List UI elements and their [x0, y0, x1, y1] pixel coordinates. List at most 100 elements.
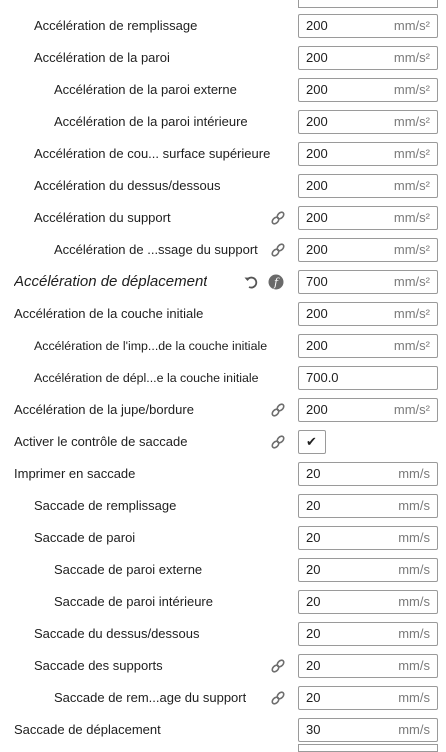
- partial-field-top[interactable]: [298, 0, 438, 8]
- value-text: 700.0: [306, 370, 339, 385]
- setting-label: Accélération de remplissage: [34, 18, 198, 33]
- value-text: 20: [306, 466, 321, 481]
- value-text: 200: [306, 338, 328, 353]
- setting-wall-acceleration: Accélération de la paroi 200 mm/s²: [0, 42, 446, 74]
- value-input[interactable]: 700 mm/s²: [298, 270, 438, 294]
- value-input[interactable]: 30 mm/s: [298, 718, 438, 742]
- link-icon[interactable]: [270, 210, 286, 226]
- value-input[interactable]: 20 mm/s: [298, 558, 438, 582]
- value-text: 200: [306, 178, 328, 193]
- setting-label: Saccade de paroi intérieure: [54, 594, 213, 609]
- setting-inner-wall-acceleration: Accélération de la paroi intérieure 200 …: [0, 106, 446, 138]
- setting-initial-layer-travel-acceleration: Accélération de dépl...e la couche initi…: [0, 362, 446, 394]
- unit-text: mm/s: [398, 562, 430, 577]
- setting-wall-jerk: Saccade de paroi 20 mm/s: [0, 522, 446, 554]
- value-input[interactable]: 200 mm/s²: [298, 78, 438, 102]
- checkmark-icon: ✔: [306, 434, 317, 449]
- link-icon[interactable]: [270, 658, 286, 674]
- unit-text: mm/s²: [393, 242, 430, 257]
- value-input[interactable]: 20 mm/s: [298, 622, 438, 646]
- unit-text: mm/s²: [393, 338, 430, 353]
- value-text: 200: [306, 114, 328, 129]
- unit-text: mm/s: [398, 658, 430, 673]
- setting-label: Accélération de déplacement: [14, 273, 208, 290]
- value-input[interactable]: 200 mm/s²: [298, 334, 438, 358]
- value-input[interactable]: 200 mm/s²: [298, 14, 438, 38]
- setting-label: Saccade des supports: [34, 658, 163, 673]
- value-input[interactable]: 700.0: [298, 366, 438, 390]
- setting-skirt-brim-acceleration: Accélération de la jupe/bordure 200 mm/s…: [0, 394, 446, 426]
- value-input[interactable]: 200 mm/s²: [298, 398, 438, 422]
- value-input[interactable]: 200 mm/s²: [298, 46, 438, 70]
- setting-label: Accélération de la paroi intérieure: [54, 114, 248, 129]
- setting-label: Accélération de la couche initiale: [14, 306, 204, 321]
- setting-print-jerk: Imprimer en saccade 20 mm/s: [0, 458, 446, 490]
- setting-initial-layer-print-acceleration: Accélération de l'imp...de la couche ini…: [0, 330, 446, 362]
- setting-label: Saccade de déplacement: [14, 722, 161, 737]
- link-icon[interactable]: [270, 434, 286, 450]
- unit-text: mm/s²: [393, 82, 430, 97]
- unit-text: mm/s²: [393, 210, 430, 225]
- setting-label: Accélération de dépl...e la couche initi…: [34, 371, 259, 385]
- value-input[interactable]: 20 mm/s: [298, 654, 438, 678]
- jerk-control-checkbox[interactable]: ✔: [298, 430, 326, 454]
- unit-text: mm/s²: [393, 402, 430, 417]
- setting-label: Accélération de la paroi externe: [54, 82, 237, 97]
- setting-top-bottom-acceleration: Accélération du dessus/dessous 200 mm/s²: [0, 170, 446, 202]
- setting-label: Accélération de la jupe/bordure: [14, 402, 194, 417]
- value-text: 200: [306, 146, 328, 161]
- value-input[interactable]: 200 mm/s²: [298, 142, 438, 166]
- value-text: 30: [306, 722, 321, 737]
- value-text: 700: [306, 274, 328, 289]
- value-text: 20: [306, 530, 321, 545]
- value-text: 200: [306, 402, 328, 417]
- setting-label: Saccade de paroi externe: [54, 562, 203, 577]
- unit-text: mm/s: [398, 594, 430, 609]
- setting-label: Accélération du dessus/dessous: [34, 178, 221, 193]
- function-icon[interactable]: f: [268, 274, 284, 290]
- setting-inner-wall-jerk: Saccade de paroi intérieure 20 mm/s: [0, 586, 446, 618]
- value-input[interactable]: 200 mm/s²: [298, 238, 438, 262]
- setting-enable-jerk-control: Activer le contrôle de saccade ✔: [0, 426, 446, 458]
- value-input[interactable]: 20 mm/s: [298, 526, 438, 550]
- link-icon[interactable]: [270, 690, 286, 706]
- value-input[interactable]: 20 mm/s: [298, 494, 438, 518]
- value-input[interactable]: 200 mm/s²: [298, 302, 438, 326]
- reset-icon[interactable]: [243, 274, 259, 290]
- link-icon[interactable]: [270, 242, 286, 258]
- setting-top-surface-acceleration: Accélération de cou... surface supérieur…: [0, 138, 446, 170]
- setting-infill-jerk: Saccade de remplissage 20 mm/s: [0, 490, 446, 522]
- setting-infill-acceleration: Accélération de remplissage 200 mm/s²: [0, 10, 446, 42]
- setting-support-infill-jerk: Saccade de rem...age du support 20 mm/s: [0, 682, 446, 714]
- setting-travel-acceleration: Accélération de déplacement f 700 mm/s²: [0, 266, 446, 298]
- unit-text: mm/s²: [393, 178, 430, 193]
- unit-text: mm/s: [398, 466, 430, 481]
- value-input[interactable]: 200 mm/s²: [298, 206, 438, 230]
- unit-text: mm/s²: [393, 50, 430, 65]
- value-text: 200: [306, 50, 328, 65]
- unit-text: mm/s: [398, 722, 430, 737]
- value-text: 20: [306, 594, 321, 609]
- setting-label: Accélération de ...ssage du support: [54, 242, 258, 257]
- setting-label: Accélération du support: [34, 210, 171, 225]
- setting-outer-wall-acceleration: Accélération de la paroi externe 200 mm/…: [0, 74, 446, 106]
- link-icon[interactable]: [270, 402, 286, 418]
- value-input[interactable]: 200 mm/s²: [298, 110, 438, 134]
- setting-label: Saccade de rem...age du support: [54, 690, 247, 705]
- setting-label: Accélération de cou... surface supérieur…: [34, 146, 271, 161]
- value-input[interactable]: 20 mm/s: [298, 462, 438, 486]
- value-input[interactable]: 200 mm/s²: [298, 174, 438, 198]
- unit-text: mm/s²: [393, 274, 430, 289]
- setting-label: Imprimer en saccade: [14, 466, 136, 481]
- setting-label: Saccade de remplissage: [34, 498, 177, 513]
- setting-label: Saccade du dessus/dessous: [34, 626, 200, 641]
- value-input[interactable]: 20 mm/s: [298, 686, 438, 710]
- value-input[interactable]: 20 mm/s: [298, 590, 438, 614]
- value-text: 200: [306, 18, 328, 33]
- unit-text: mm/s²: [393, 146, 430, 161]
- partial-field-bottom[interactable]: [298, 744, 438, 752]
- unit-text: mm/s: [398, 498, 430, 513]
- value-text: 200: [306, 210, 328, 225]
- unit-text: mm/s: [398, 530, 430, 545]
- value-text: 20: [306, 690, 321, 705]
